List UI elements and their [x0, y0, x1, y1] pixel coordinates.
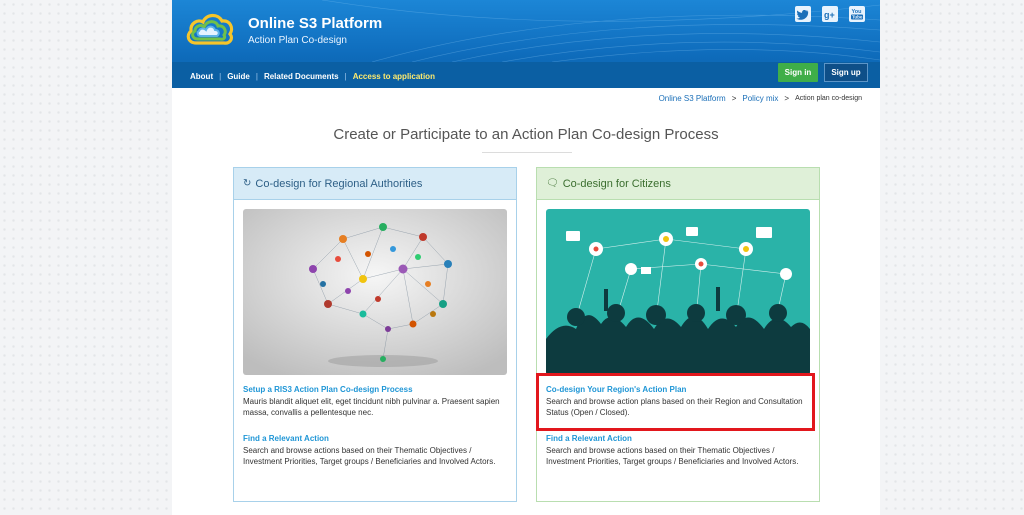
- setup-process-link[interactable]: Setup a RIS3 Action Plan Co-design Proce…: [243, 385, 413, 394]
- breadcrumb: Online S3 Platform > Policy mix > Action…: [659, 94, 862, 103]
- youtube-icon[interactable]: You Tube: [849, 6, 865, 22]
- nav-related-documents[interactable]: Related Documents: [264, 72, 339, 81]
- breadcrumb-separator: >: [731, 94, 737, 103]
- card-title: Co-design for Citizens: [562, 177, 671, 190]
- svg-text:Tube: Tube: [852, 15, 863, 20]
- page-title: Create or Participate to an Action Plan …: [333, 126, 719, 143]
- twitter-icon[interactable]: [795, 6, 811, 22]
- find-action-description: Search and browse actions based on their…: [546, 446, 799, 466]
- svg-text:g+: g+: [824, 10, 835, 20]
- refresh-icon: ↻: [243, 178, 252, 189]
- regional-authorities-card: ↻ Co-design for Regional Authorities Set…: [233, 167, 517, 502]
- google-plus-icon[interactable]: g+: [822, 6, 838, 22]
- heading-divider: [482, 152, 572, 153]
- breadcrumb-policy-mix[interactable]: Policy mix: [742, 94, 778, 103]
- find-action-description: Search and browse actions based on their…: [243, 446, 496, 466]
- nav-separator: |: [219, 72, 222, 81]
- find-action-link[interactable]: Find a Relevant Action: [243, 434, 329, 443]
- highlight-box: [536, 373, 815, 431]
- brand-subtitle: Action Plan Co-design: [248, 35, 347, 46]
- nav-about[interactable]: About: [190, 72, 213, 81]
- find-action-link[interactable]: Find a Relevant Action: [546, 434, 632, 443]
- nav-bar: About | Guide | Related Documents | Acce…: [172, 62, 880, 88]
- cloud-logo-icon: [186, 13, 234, 45]
- sign-in-button[interactable]: Sign in: [778, 63, 818, 82]
- nav-guide[interactable]: Guide: [227, 72, 250, 81]
- breadcrumb-current: Action plan co-design: [795, 95, 862, 102]
- card-header: 🗨 Co-design for Citizens: [537, 168, 819, 200]
- page-container: Online S3 Platform Action Plan Co-design…: [172, 0, 880, 515]
- main-nav: About | Guide | Related Documents | Acce…: [190, 72, 435, 81]
- sign-up-button[interactable]: Sign up: [824, 63, 868, 82]
- nav-access-application[interactable]: Access to application: [353, 72, 435, 81]
- comments-icon: 🗨: [546, 178, 559, 189]
- citizens-ideas-image: [546, 209, 810, 375]
- breadcrumb-home[interactable]: Online S3 Platform: [659, 94, 726, 103]
- setup-process-description: Mauris blandit aliquet elit, eget tincid…: [243, 397, 500, 417]
- card-header: ↻ Co-design for Regional Authorities: [234, 168, 516, 200]
- brain-network-image: [243, 209, 507, 375]
- nav-separator: |: [344, 72, 347, 81]
- brand-title: Online S3 Platform: [248, 15, 383, 32]
- card-title: Co-design for Regional Authorities: [255, 177, 423, 190]
- nav-separator: |: [255, 72, 258, 81]
- site-header: Online S3 Platform Action Plan Co-design…: [172, 0, 880, 88]
- breadcrumb-separator: >: [784, 94, 790, 103]
- citizens-card: 🗨 Co-design for Citizens Co-design Your …: [536, 167, 820, 502]
